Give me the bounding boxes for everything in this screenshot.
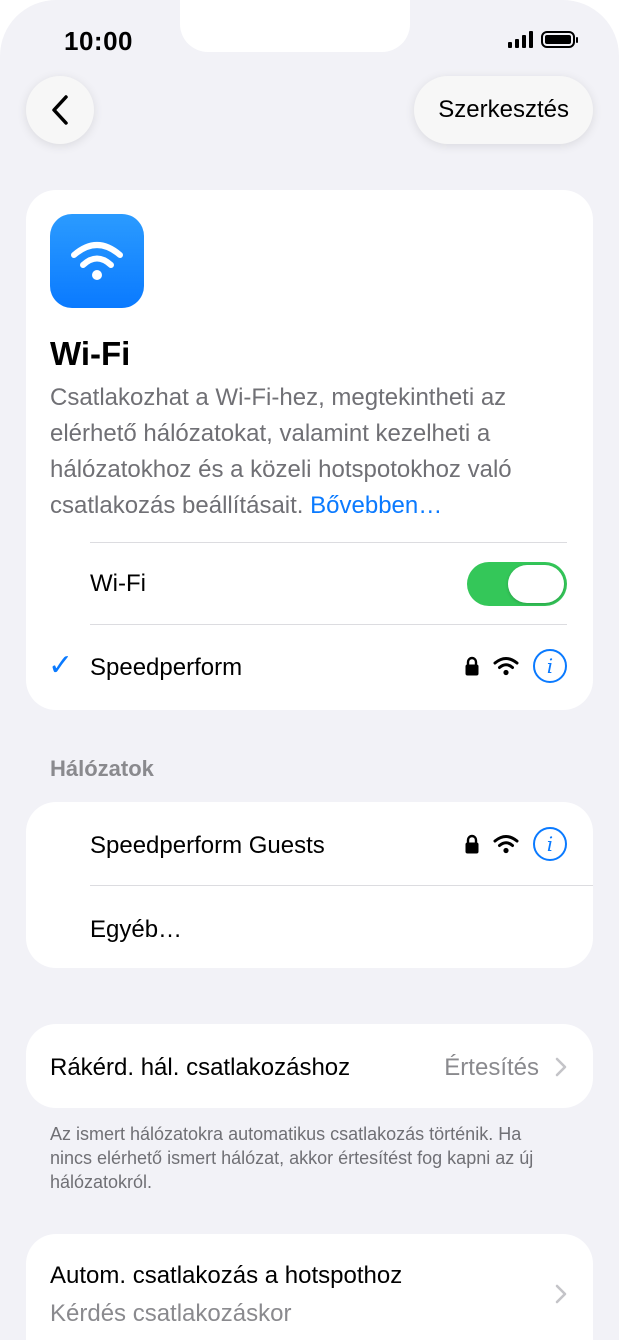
- dynamic-island: [180, 0, 410, 52]
- wifi-description: Csatlakozhat a Wi-Fi-hez, megtekintheti …: [50, 380, 570, 524]
- wifi-card: Wi-Fi Csatlakozhat a Wi-Fi-hez, megtekin…: [26, 190, 593, 710]
- chevron-left-icon: [52, 95, 68, 125]
- auto-join-label: Autom. csatlakozás a hotspothoz: [50, 1262, 403, 1289]
- description-text: Csatlakozhat a Wi-Fi-hez, megtekintheti …: [50, 384, 512, 519]
- divider: [90, 624, 567, 625]
- lock-icon: [465, 656, 479, 676]
- ask-to-join-value: Értesítés: [444, 1054, 539, 1081]
- auto-join-hotspot-row[interactable]: Autom. csatlakozás a hotspothoz Kérdés c…: [26, 1234, 593, 1340]
- chevron-right-icon: [555, 1284, 567, 1304]
- info-button[interactable]: i: [533, 649, 567, 683]
- ask-to-join-footer: Az ismert hálózatokra automatikus csatla…: [50, 1124, 534, 1192]
- other-network-button[interactable]: Egyéb…: [90, 916, 182, 944]
- networks-card: Speedperform Guests i Egyéb…: [26, 802, 593, 968]
- wifi-signal-icon: [493, 835, 519, 854]
- wifi-toggle[interactable]: [467, 562, 567, 606]
- cellular-signal-icon: [508, 30, 533, 48]
- info-button[interactable]: i: [533, 827, 567, 861]
- learn-more-link[interactable]: Bővebben…: [310, 492, 442, 519]
- networks-section-header: Hálózatok: [50, 756, 154, 781]
- wifi-signal-icon: [493, 657, 519, 676]
- edit-button[interactable]: Szerkesztés: [414, 76, 593, 144]
- settings-screen: 10:00 Szerkesztés Wi-Fi Csatlakozhat a W…: [0, 0, 619, 1340]
- back-button[interactable]: [26, 76, 94, 144]
- page-title: Wi-Fi: [50, 335, 131, 372]
- divider: [90, 885, 593, 886]
- wifi-toggle-label: Wi-Fi: [90, 570, 146, 597]
- status-time: 10:00: [64, 26, 133, 56]
- checkmark-icon: ✓: [48, 649, 74, 682]
- wifi-app-icon: [50, 214, 144, 308]
- connected-network-icons: i: [465, 649, 567, 683]
- lock-icon: [465, 834, 479, 854]
- chevron-right-icon: [555, 1057, 567, 1077]
- status-icons: [508, 30, 578, 48]
- divider: [90, 542, 567, 543]
- network-icons: i: [465, 827, 567, 861]
- ask-to-join-label: Rákérd. hál. csatlakozáshoz: [50, 1054, 351, 1081]
- auto-join-value: Kérdés csatlakozáskor: [50, 1300, 292, 1327]
- connected-network-name[interactable]: Speedperform: [90, 654, 242, 682]
- battery-icon: [541, 30, 578, 48]
- ask-to-join-row[interactable]: Rákérd. hál. csatlakozáshoz Értesítés: [26, 1024, 593, 1108]
- network-name[interactable]: Speedperform Guests: [90, 832, 325, 860]
